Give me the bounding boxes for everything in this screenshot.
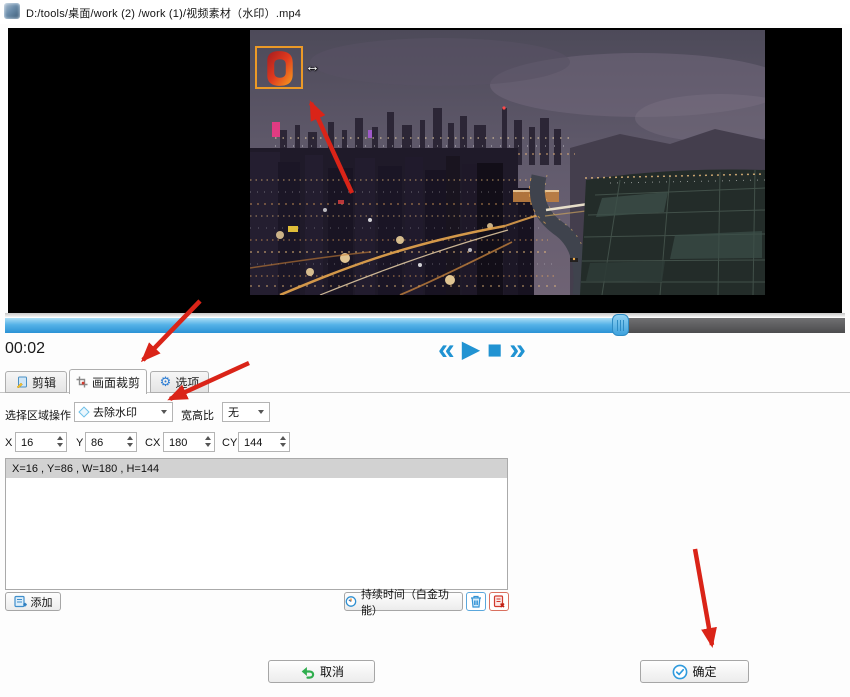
region-list-item[interactable]: X=16 , Y=86 , W=180 , H=144 — [6, 459, 507, 478]
forward-icon[interactable]: » — [509, 337, 526, 363]
edit-icon — [16, 376, 28, 388]
horizontal-resize-cursor: ↔ — [305, 58, 320, 75]
tab-options-label: 选项 — [175, 374, 199, 391]
watermark-selection-box[interactable]: ↔ — [255, 46, 303, 89]
ok-label: 确定 — [692, 663, 716, 680]
tab-crop[interactable]: 画面裁剪 — [69, 369, 147, 394]
dropdown-caret-icon — [258, 410, 264, 414]
current-time: 00:02 — [5, 340, 45, 358]
gear-icon: ⚙ — [160, 376, 172, 388]
dropdown-caret-icon — [161, 410, 167, 414]
clock-icon — [345, 595, 357, 608]
cx-spinbox[interactable]: 180 — [163, 432, 215, 452]
remove-watermark-icon — [78, 406, 89, 417]
cancel-button[interactable]: 取消 — [268, 660, 375, 683]
arrow-to-ok-button — [695, 549, 712, 645]
region-op-value: 去除水印 — [93, 404, 137, 420]
cy-spinbox[interactable]: 144 — [238, 432, 290, 452]
tab-options[interactable]: ⚙ 选项 — [150, 371, 209, 393]
trash-icon — [470, 595, 482, 608]
region-op-select[interactable]: 去除水印 — [74, 402, 173, 422]
tab-crop-label: 画面裁剪 — [92, 374, 140, 391]
cityscape-still — [250, 30, 765, 295]
video-viewport: ↔ — [8, 28, 842, 313]
spin-arrows[interactable] — [280, 436, 286, 447]
spin-arrows[interactable] — [57, 436, 63, 447]
transport-controls: « ▶ ■ » — [402, 335, 562, 365]
duration-label: 持续时间（白金功能） — [361, 586, 462, 618]
stop-icon[interactable]: ■ — [487, 337, 502, 363]
buffer-strip — [5, 313, 845, 317]
aspect-ratio-value: 无 — [228, 404, 239, 420]
seek-handle[interactable] — [612, 314, 629, 336]
aspect-ratio-select[interactable]: 无 — [222, 402, 270, 422]
add-region-label: 添加 — [31, 594, 53, 610]
cy-label: CY — [222, 437, 237, 449]
y-label: Y — [76, 437, 83, 449]
tab-edit[interactable]: 剪辑 — [5, 371, 67, 393]
duration-button[interactable]: 持续时间（白金功能） — [344, 592, 463, 611]
office-logo-watermark — [260, 50, 300, 87]
seek-bar[interactable] — [5, 318, 845, 333]
undo-icon — [299, 665, 316, 679]
tabbar: 剪辑 画面裁剪 ⚙ 选项 — [0, 369, 850, 393]
video-preview[interactable]: ↔ — [250, 30, 765, 295]
x-label: X — [5, 437, 12, 449]
watermark-remover-window: D:/tools/桌面/work (2) /work (1)/视频素材（水印）.… — [0, 0, 850, 697]
crop-icon — [76, 376, 88, 388]
y-spinbox[interactable]: 86 — [85, 432, 137, 452]
region-list[interactable]: X=16 , Y=86 , W=180 , H=144 — [5, 458, 508, 590]
clear-regions-button[interactable] — [489, 592, 509, 611]
check-circle-icon — [672, 664, 688, 680]
cancel-label: 取消 — [320, 663, 344, 680]
cx-label: CX — [145, 437, 160, 449]
titlebar: D:/tools/桌面/work (2) /work (1)/视频素材（水印）.… — [0, 0, 850, 24]
app-icon — [4, 3, 20, 19]
region-op-label: 选择区域操作 — [5, 407, 71, 423]
remove-file-icon — [493, 595, 505, 608]
rewind-icon[interactable]: « — [438, 337, 455, 363]
tab-edit-label: 剪辑 — [32, 374, 56, 391]
ok-button[interactable]: 确定 — [640, 660, 749, 683]
x-spinbox[interactable]: 16 — [15, 432, 67, 452]
aspect-ratio-label: 宽高比 — [181, 407, 214, 423]
add-icon — [14, 595, 27, 608]
spin-arrows[interactable] — [127, 436, 133, 447]
window-title: D:/tools/桌面/work (2) /work (1)/视频素材（水印）.… — [26, 5, 301, 21]
spin-arrows[interactable] — [205, 436, 211, 447]
play-icon[interactable]: ▶ — [462, 337, 480, 363]
add-region-button[interactable]: 添加 — [5, 592, 61, 611]
delete-region-button[interactable] — [466, 592, 486, 611]
seek-progress-fill — [5, 318, 618, 333]
